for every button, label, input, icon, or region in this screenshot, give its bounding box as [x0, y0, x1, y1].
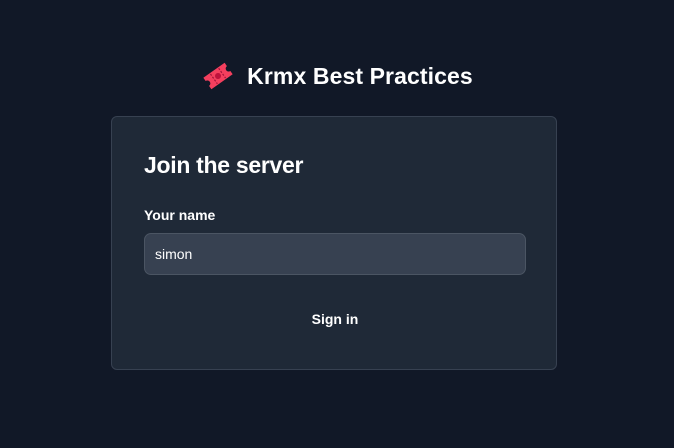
- app-title: Krmx Best Practices: [247, 62, 473, 89]
- sign-in-button[interactable]: Sign in: [144, 303, 526, 335]
- login-card: Join the server Your name Sign in: [111, 116, 557, 370]
- brand-header: Krmx Best Practices: [0, 56, 674, 96]
- card-title: Join the server: [144, 152, 304, 178]
- name-label: Your name: [144, 207, 216, 223]
- name-input[interactable]: [144, 233, 526, 275]
- ticket-icon: [201, 59, 235, 93]
